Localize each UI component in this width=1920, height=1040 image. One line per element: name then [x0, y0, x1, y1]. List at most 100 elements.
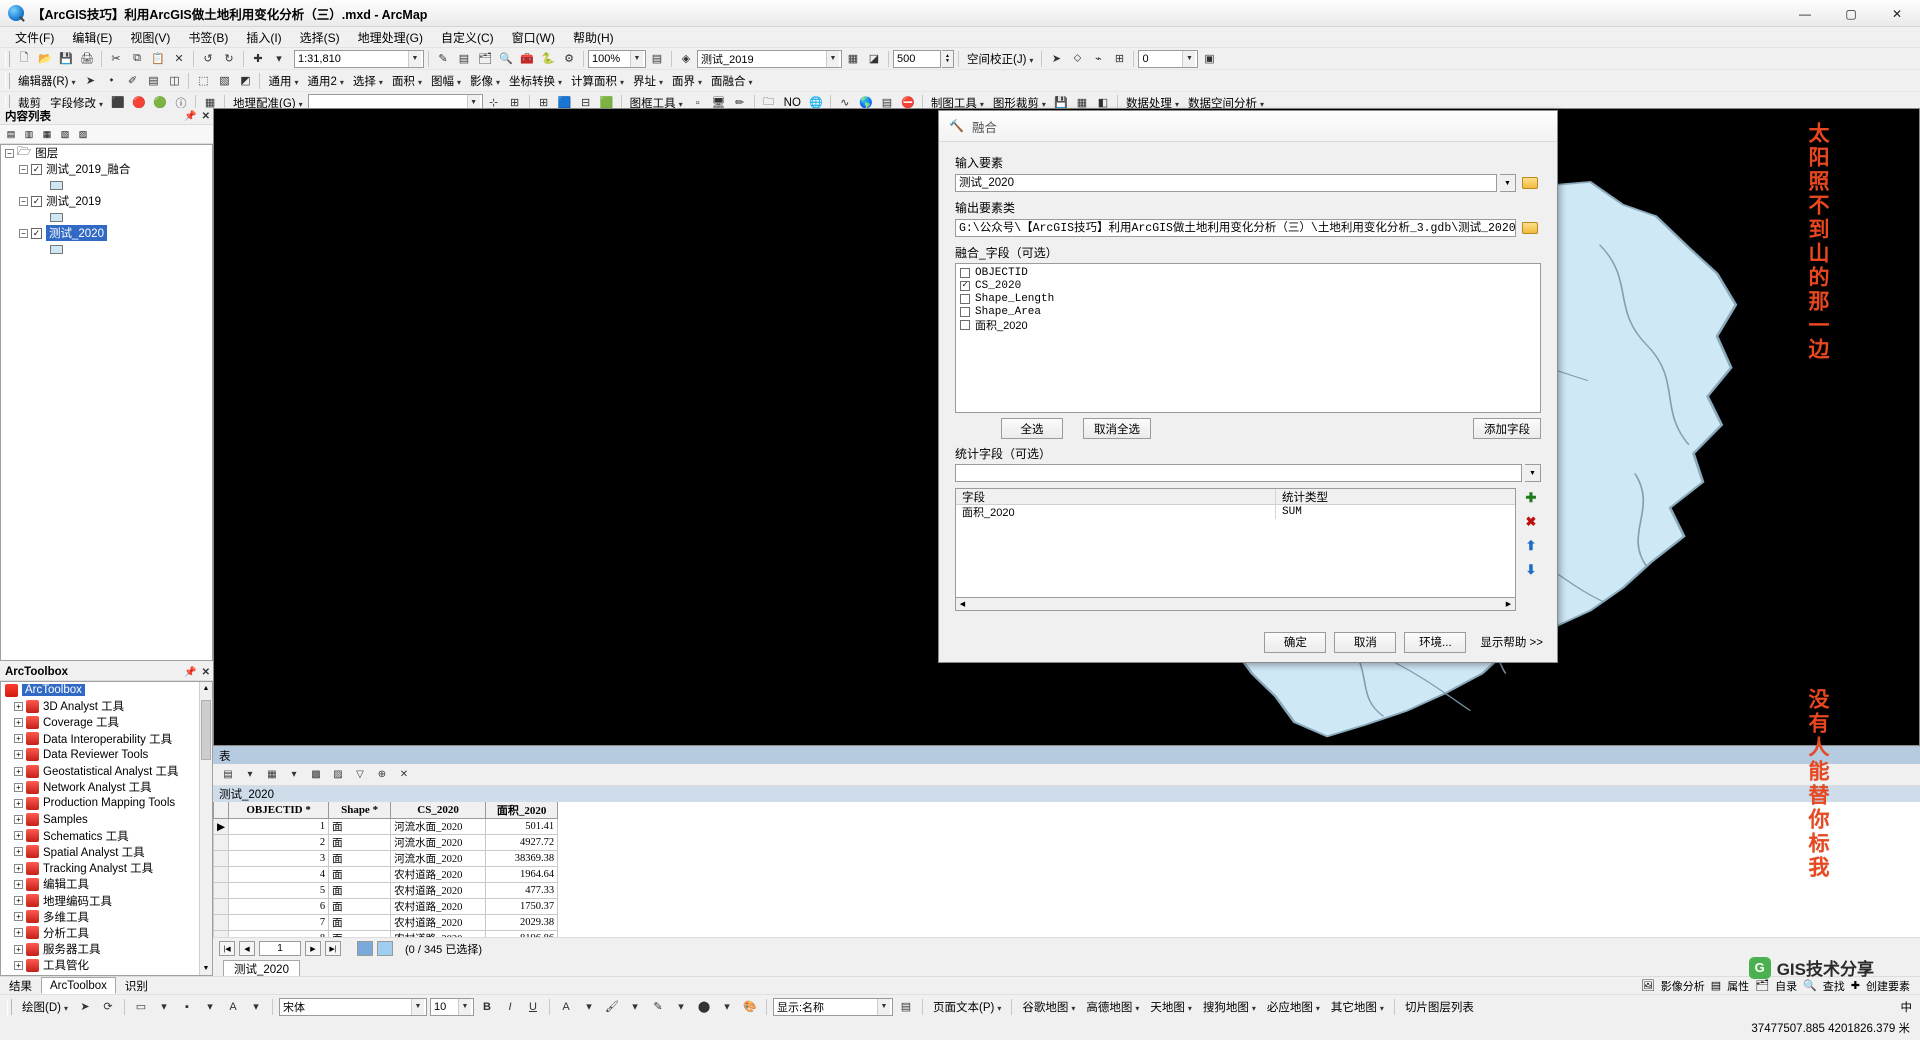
toolbox-item-2[interactable]: + Data Interoperability 工具	[1, 731, 212, 747]
chevron-down-icon[interactable]: ▼	[1182, 50, 1196, 67]
toolbar-grip[interactable]	[5, 72, 10, 89]
expand-icon[interactable]: +	[14, 912, 23, 922]
maximize-button[interactable]: ▢	[1828, 0, 1874, 27]
node-edit-icon[interactable]: ⬦	[1067, 49, 1087, 69]
expand-icon[interactable]: +	[14, 944, 23, 954]
drawing-menu[interactable]: 绘图(D)	[18, 999, 72, 1015]
table-layer-tab[interactable]: 测试_2020	[213, 786, 1920, 802]
new-rectangle-icon[interactable]: ▭	[131, 997, 151, 1017]
extra-tool-icon[interactable]: ▣	[1199, 49, 1219, 69]
toolbox-scrollbar[interactable]: ▲ ▼	[199, 682, 212, 975]
table-row[interactable]: 5 面农村道路_2020 477.33	[213, 882, 559, 899]
expand-icon[interactable]: −	[19, 164, 28, 174]
unselect-all-button[interactable]: 取消全选	[1083, 418, 1151, 439]
python-icon[interactable]: 🐍	[538, 49, 558, 69]
expand-icon[interactable]: +	[14, 734, 23, 744]
close-icon[interactable]: ✕	[202, 667, 210, 678]
layer-visibility-checkbox[interactable]: ✓	[31, 195, 42, 207]
zoom-extra-icon[interactable]: ▤	[647, 49, 667, 69]
toolbox-item-15[interactable]: + 服务器工具	[1, 941, 212, 957]
search-icon[interactable]: 🔍	[496, 49, 516, 69]
row3-item-general2[interactable]: 通用2	[304, 73, 348, 89]
row-indicator[interactable]	[213, 834, 230, 851]
layer-marker-icon[interactable]: ◈	[676, 49, 696, 69]
menu-item-help[interactable]: 帮助(H)	[564, 27, 623, 48]
map-button-amap[interactable]: 高德地图	[1082, 999, 1143, 1015]
column-header-shape[interactable]: Shape *	[328, 802, 392, 819]
number-spinner[interactable]: ▲ ▼	[942, 49, 954, 68]
selected-view-button[interactable]	[377, 941, 393, 956]
row-indicator[interactable]	[213, 850, 230, 867]
cut-icon[interactable]: ✂	[106, 49, 126, 69]
row-select-header[interactable]	[213, 802, 230, 819]
row3-item-coord[interactable]: 坐标转换	[505, 73, 566, 89]
toolbar-grip[interactable]	[7, 998, 12, 1015]
menu-item-file[interactable]: 文件(F)	[6, 27, 63, 48]
tab-identify[interactable]: 识别	[116, 977, 157, 994]
toolbox-item-0[interactable]: +3D Analyst 工具	[1, 698, 212, 714]
edit-vertex-icon[interactable]: ⬩	[101, 71, 121, 91]
trace-icon[interactable]: ⌁	[1088, 49, 1108, 69]
save-icon[interactable]: 💾	[56, 49, 76, 69]
right-tool-label-0[interactable]: 影像分析	[1661, 978, 1705, 994]
edit-misc1-icon[interactable]: ⬚	[193, 71, 213, 91]
expand-icon[interactable]: +	[14, 717, 23, 727]
fill-color-icon[interactable]: 🖌	[602, 997, 622, 1017]
display-extra-icon[interactable]: ▤	[896, 997, 916, 1017]
expand-icon[interactable]: +	[14, 798, 23, 808]
toolbox-item-12[interactable]: + 地理编码工具	[1, 892, 212, 908]
search-icon[interactable]: 🔍	[1803, 979, 1817, 992]
input-features-field[interactable]: 测试_2020	[955, 174, 1497, 192]
editor-menu[interactable]: 编辑器(R)	[14, 73, 79, 89]
rotate-icon[interactable]: ⟳	[98, 997, 118, 1017]
menu-item-selection[interactable]: 选择(S)	[291, 27, 349, 48]
close-button[interactable]: ✕	[1874, 0, 1920, 27]
statistics-combo-field[interactable]	[955, 464, 1522, 482]
row-indicator[interactable]	[213, 898, 230, 915]
field-row-shapelength[interactable]: Shape_Length	[960, 292, 1540, 305]
edit-sketch-icon[interactable]: ✐	[122, 71, 142, 91]
scroll-down-icon[interactable]: ▼	[200, 962, 212, 975]
page-text-menu[interactable]: 页面文本(P)	[929, 999, 1005, 1015]
row3-item-calcarea[interactable]: 计算面积	[567, 73, 628, 89]
model-icon[interactable]: ⚙	[559, 49, 579, 69]
tab-arctoolbox[interactable]: ArcToolbox	[41, 977, 116, 994]
italic-button[interactable]: I	[500, 997, 520, 1017]
menu-item-geoprocessing[interactable]: 地理处理(G)	[349, 27, 432, 48]
statistics-table[interactable]: 字段 统计类型 面积_2020 SUM	[955, 488, 1516, 598]
chevron-down-icon[interactable]: ▾	[154, 997, 174, 1017]
snap-icon[interactable]: ⊞	[1109, 49, 1129, 69]
expand-icon[interactable]: +	[14, 896, 23, 906]
edit-construct-icon[interactable]: ◫	[164, 71, 184, 91]
row3-item-boundary[interactable]: 界址	[629, 73, 667, 89]
chevron-down-icon[interactable]: ▼	[457, 998, 471, 1015]
add-data-icon[interactable]: ✚	[248, 49, 268, 69]
output-feature-class-field[interactable]: G:\公众号\【ArcGIS技巧】利用ArcGIS做土地利用变化分析（三）\土地…	[955, 219, 1516, 237]
chevron-down-icon[interactable]: ▾	[717, 997, 737, 1017]
editor-toggle-icon[interactable]: ✎	[433, 49, 453, 69]
close-icon[interactable]: ✕	[202, 111, 210, 122]
map-scale-combo[interactable]: 1:31,810 ▼	[294, 49, 424, 68]
scroll-right-icon[interactable]: ▶	[1502, 600, 1515, 608]
catalog-icon[interactable]: 🗂	[1755, 979, 1769, 992]
menu-item-insert[interactable]: 插入(I)	[237, 27, 290, 48]
new-map-icon[interactable]: 🗋	[14, 49, 34, 69]
scroll-up-icon[interactable]: ▲	[200, 682, 212, 695]
remove-row-button[interactable]: ✖	[1521, 512, 1541, 532]
dissolve-dialog[interactable]: 🔨 融合 输入要素 测试_2020 ▼ 输出要素类 G:\公众号\【ArcGIS…	[938, 110, 1558, 663]
chevron-down-icon[interactable]: ▾	[671, 997, 691, 1017]
print-icon[interactable]: 🖨	[77, 49, 97, 69]
input-browse-button[interactable]	[1519, 173, 1541, 193]
expand-icon[interactable]: +	[14, 960, 23, 970]
paste-icon[interactable]: 📋	[148, 49, 168, 69]
toc-root-layers[interactable]: − 🗁 图层	[1, 145, 212, 161]
column-header-cs2020[interactable]: CS_2020	[390, 802, 487, 819]
palette-icon[interactable]: 🎨	[740, 997, 760, 1017]
right-tool-label-1[interactable]: 属性	[1727, 978, 1749, 994]
expand-icon[interactable]: −	[19, 196, 28, 206]
attributes-icon[interactable]: ▤	[1711, 979, 1721, 992]
map-button-google[interactable]: 谷歌地图	[1018, 999, 1079, 1015]
chevron-down-icon[interactable]: ▼	[410, 998, 424, 1015]
menu-item-window[interactable]: 窗口(W)	[503, 27, 564, 48]
ok-button[interactable]: 确定	[1264, 631, 1327, 653]
